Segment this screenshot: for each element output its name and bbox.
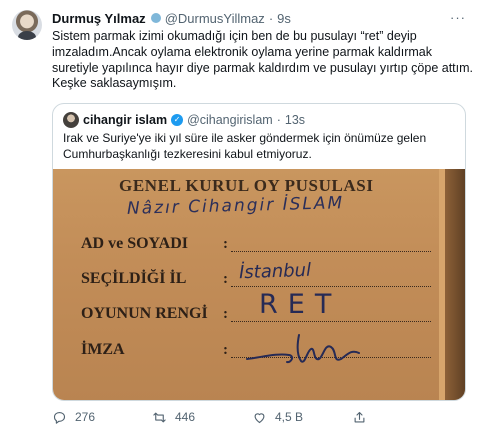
- ballot-label-province: SEÇİLDİĞİ İL: [81, 270, 187, 287]
- tweet-text-line: imzaladım.Ancak oylama elektronik oylama…: [52, 44, 433, 59]
- ballot-colon: :: [223, 236, 228, 252]
- quoted-text-line: Cumhurbaşkanlığı tezkeresini kabul etmiy…: [63, 146, 312, 161]
- heart-icon: [254, 412, 265, 423]
- tweet-text-line: Sistem parmak izimi okumadığı için ben d…: [52, 29, 417, 43]
- separator-dot: ·: [268, 10, 274, 26]
- author-handle[interactable]: @DurmusYillmaz: [165, 11, 265, 26]
- quoted-author-handle[interactable]: @cihangirislam: [187, 113, 273, 127]
- ballot-shadow: [445, 169, 465, 400]
- tweet-header: Durmuş Yılmaz @DurmusYillmaz · 9s: [52, 9, 448, 27]
- ballot-photo[interactable]: GENEL KURUL OY PUSULASI Nâzır Cihangir İ…: [53, 169, 465, 400]
- tweet-text-line: Keşke saklasaymışım.: [52, 76, 177, 91]
- more-options-icon[interactable]: ···: [450, 10, 466, 25]
- ballot-handwritten-name: Nâzır Cihangir İSLAM: [126, 193, 345, 219]
- ballot-label-vote: OYUNUN RENGİ: [81, 305, 208, 322]
- handwritten-signature: [246, 334, 360, 364]
- quoted-tweet-time[interactable]: 13s: [285, 113, 305, 127]
- tweet-time[interactable]: 9s: [277, 11, 291, 26]
- quoted-author-name[interactable]: cihangir islam: [83, 113, 167, 127]
- separator-dot: ·: [276, 113, 281, 127]
- ballot-colon: :: [223, 306, 228, 322]
- ballot-dotted-line: [231, 286, 431, 287]
- quoted-tweet[interactable]: cihangir islam ✓ @cihangirislam · 13s Ir…: [52, 103, 466, 401]
- like-button[interactable]: 4,5 B: [252, 410, 352, 425]
- retweet-button[interactable]: 446: [152, 410, 252, 425]
- reply-icon: [53, 411, 66, 424]
- retweet-icon: [153, 412, 166, 422]
- quoted-text-line: Irak ve Suriye'ye iki yıl süre ile asker…: [63, 131, 427, 145]
- quoted-author-avatar[interactable]: [63, 112, 79, 128]
- ballot-colon: :: [223, 342, 228, 358]
- ballot-province-value: İstanbul: [238, 259, 312, 284]
- verified-check-icon: ✓: [171, 114, 184, 126]
- ballot-dotted-line: [231, 251, 431, 252]
- ballot-colon: :: [223, 271, 228, 287]
- ballot-label-name: AD ve SOYADI: [81, 235, 188, 252]
- quoted-tweet-text: Irak ve Suriye'ye iki yıl süre ile asker…: [63, 131, 459, 162]
- ballot-vote-value: RET: [259, 289, 342, 320]
- affiliation-badge-icon: [150, 13, 161, 23]
- tweet-actions: 276 446 4,5 B: [52, 408, 466, 426]
- quoted-tweet-header: cihangir islam ✓ @cihangirislam · 13s: [63, 112, 305, 128]
- share-icon: [354, 411, 365, 422]
- retweet-count: 446: [175, 410, 196, 424]
- author-name[interactable]: Durmuş Yılmaz: [52, 11, 146, 26]
- ballot-label-signature: İMZA: [81, 341, 125, 358]
- author-avatar[interactable]: [12, 10, 42, 40]
- tweet-text: Sistem parmak izimi okumadığı için ben d…: [52, 29, 474, 92]
- ballot-dotted-line: [231, 321, 431, 322]
- like-count: 4,5 B: [275, 410, 304, 424]
- tweet-text-line: suretiyle yapılınca hayır diye parmak ka…: [52, 60, 474, 75]
- share-button[interactable]: [352, 410, 466, 425]
- reply-button[interactable]: 276: [52, 410, 152, 425]
- tweet[interactable]: Durmuş Yılmaz @DurmusYillmaz · 9s ··· Si…: [0, 0, 478, 432]
- reply-count: 276: [75, 410, 96, 424]
